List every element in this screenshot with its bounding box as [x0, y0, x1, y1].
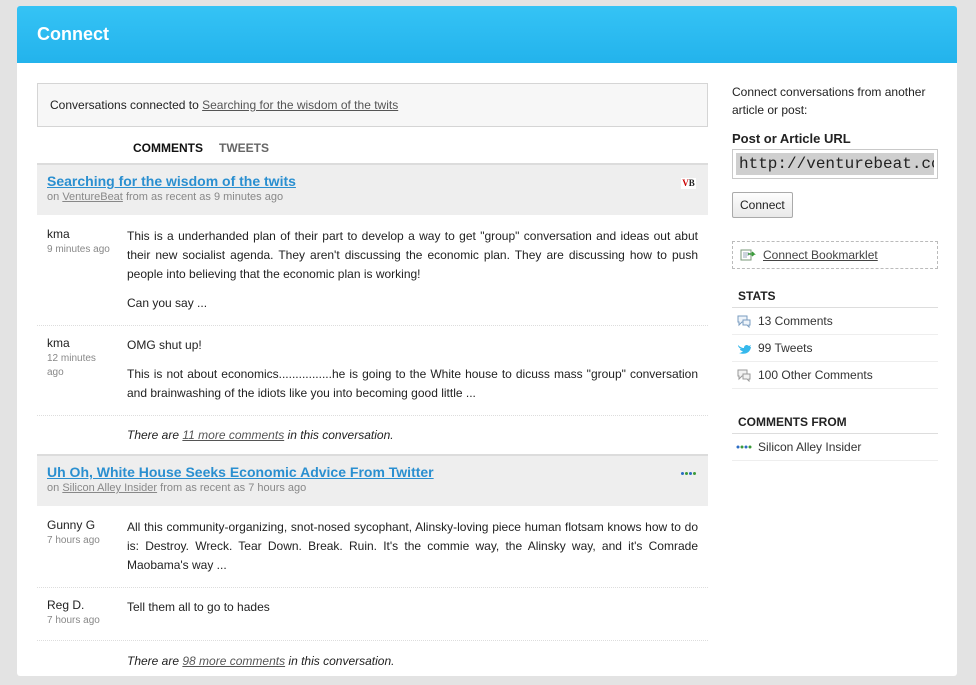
comment-paragraph: This is not about economics.............…	[127, 367, 698, 400]
article-title-link[interactable]: Uh Oh, White House Seeks Economic Advice…	[47, 464, 434, 480]
comment-time: 7 hours ago	[47, 535, 100, 546]
article-source-link[interactable]: Silicon Alley Insider	[62, 482, 157, 494]
stats-heading: STATS	[732, 289, 938, 308]
stat-comments: 13 Comments	[732, 308, 938, 335]
comment-item: kma 9 minutes ago This is a underhanded …	[37, 215, 708, 326]
bookmarklet-icon	[740, 248, 756, 262]
comments-from-heading: COMMENTS FROM	[732, 415, 938, 434]
comment-author: kma	[47, 227, 70, 241]
article-meta-suffix: from as recent as 7 hours ago	[160, 482, 307, 494]
tab-comments[interactable]: COMMENTS	[133, 141, 203, 155]
comment-time: 9 minutes ago	[47, 244, 110, 255]
more-pre: There are	[127, 428, 180, 442]
venturebeat-logo-icon: VB	[681, 178, 696, 189]
article-meta-on: on	[47, 482, 60, 494]
article-meta: on Silicon Alley Insider from as recent …	[47, 482, 698, 494]
comment-author: Gunny G	[47, 518, 96, 532]
stat-tweets: 99 Tweets	[732, 335, 938, 362]
comment-time: 7 hours ago	[47, 615, 100, 626]
connected-article-link[interactable]: Searching for the wisdom of the twits	[202, 98, 398, 112]
comment-author: kma	[47, 336, 70, 350]
comment-text: All this community-organizing, snot-nose…	[127, 518, 698, 575]
article-source-link[interactable]: VentureBeat	[62, 191, 123, 203]
twitter-bird-icon	[736, 341, 752, 355]
comment-paragraph: This is a underhanded plan of their part…	[127, 229, 698, 281]
stat-label: 100 Other Comments	[758, 368, 873, 382]
stat-other-comments: 100 Other Comments	[732, 362, 938, 389]
tab-bar: COMMENTS TWEETS	[37, 133, 708, 163]
bookmarklet-box: Connect Bookmarklet	[732, 241, 938, 269]
sidebar-intro: Connect conversations from another artic…	[732, 85, 926, 117]
header-bar: Connect	[17, 6, 957, 63]
comment-paragraph: All this community-organizing, snot-nose…	[127, 520, 698, 572]
comment-item: Reg D. 7 hours ago Tell them all to go t…	[37, 588, 708, 641]
comment-author: Reg D.	[47, 598, 85, 612]
comment-time: 12 minutes ago	[47, 353, 96, 378]
comment-item: kma 12 minutes ago OMG shut up! This is …	[37, 326, 708, 416]
connected-conversation-box: Conversations connected to Searching for…	[37, 83, 708, 127]
comment-item: Gunny G 7 hours ago All this community-o…	[37, 506, 708, 588]
url-input-value: http://venturebeat.com/	[736, 153, 934, 175]
silicon-alley-dots-icon	[681, 472, 696, 475]
connect-window: Connect Conversations connected to Searc…	[17, 6, 957, 676]
comment-paragraph: Can you say ...	[127, 296, 208, 310]
article-title-link[interactable]: Searching for the wisdom of the twits	[47, 173, 296, 189]
stat-label: 13 Comments	[758, 314, 833, 328]
sidebar: Connect conversations from another artic…	[732, 83, 938, 461]
url-input[interactable]: http://venturebeat.com/	[732, 149, 938, 179]
source-item: Silicon Alley Insider	[732, 434, 938, 461]
comment-paragraph: Tell them all to go to hades	[127, 600, 270, 614]
more-comments-link[interactable]: 98 more comments	[182, 654, 285, 668]
stat-label: 99 Tweets	[758, 341, 813, 355]
article-header: Searching for the wisdom of the twits on…	[37, 163, 708, 215]
more-comments-note: There are 98 more comments in this conve…	[37, 641, 708, 676]
more-post: in this conversation.	[288, 654, 395, 668]
more-pre: There are	[127, 654, 180, 668]
page-title: Connect	[37, 24, 109, 44]
comment-text: OMG shut up! This is not about economics…	[127, 336, 698, 403]
source-label: Silicon Alley Insider	[758, 440, 862, 454]
tab-tweets[interactable]: TWEETS	[219, 141, 269, 155]
connect-bookmarklet-link[interactable]: Connect Bookmarklet	[763, 248, 878, 262]
article-meta-suffix: from as recent as 9 minutes ago	[125, 191, 284, 203]
comment-bubble-icon	[736, 314, 752, 328]
url-label: Post or Article URL	[732, 131, 851, 146]
comment-text: This is a underhanded plan of their part…	[127, 227, 698, 313]
article-meta-on: on	[47, 191, 60, 203]
more-comments-note: There are 11 more comments in this conve…	[37, 416, 708, 454]
article-header: Uh Oh, White House Seeks Economic Advice…	[37, 454, 708, 506]
more-post: in this conversation.	[287, 428, 394, 442]
connected-prefix: Conversations connected to	[50, 98, 199, 112]
comment-bubble-icon	[736, 368, 752, 382]
connect-button[interactable]: Connect	[732, 192, 793, 218]
comment-paragraph: OMG shut up!	[127, 338, 202, 352]
more-comments-link[interactable]: 11 more comments	[182, 428, 284, 442]
silicon-alley-dots-icon	[736, 440, 752, 454]
comment-text: Tell them all to go to hades	[127, 598, 698, 628]
article-meta: on VentureBeat from as recent as 9 minut…	[47, 191, 698, 203]
conversation-panel: Conversations connected to Searching for…	[37, 83, 708, 676]
